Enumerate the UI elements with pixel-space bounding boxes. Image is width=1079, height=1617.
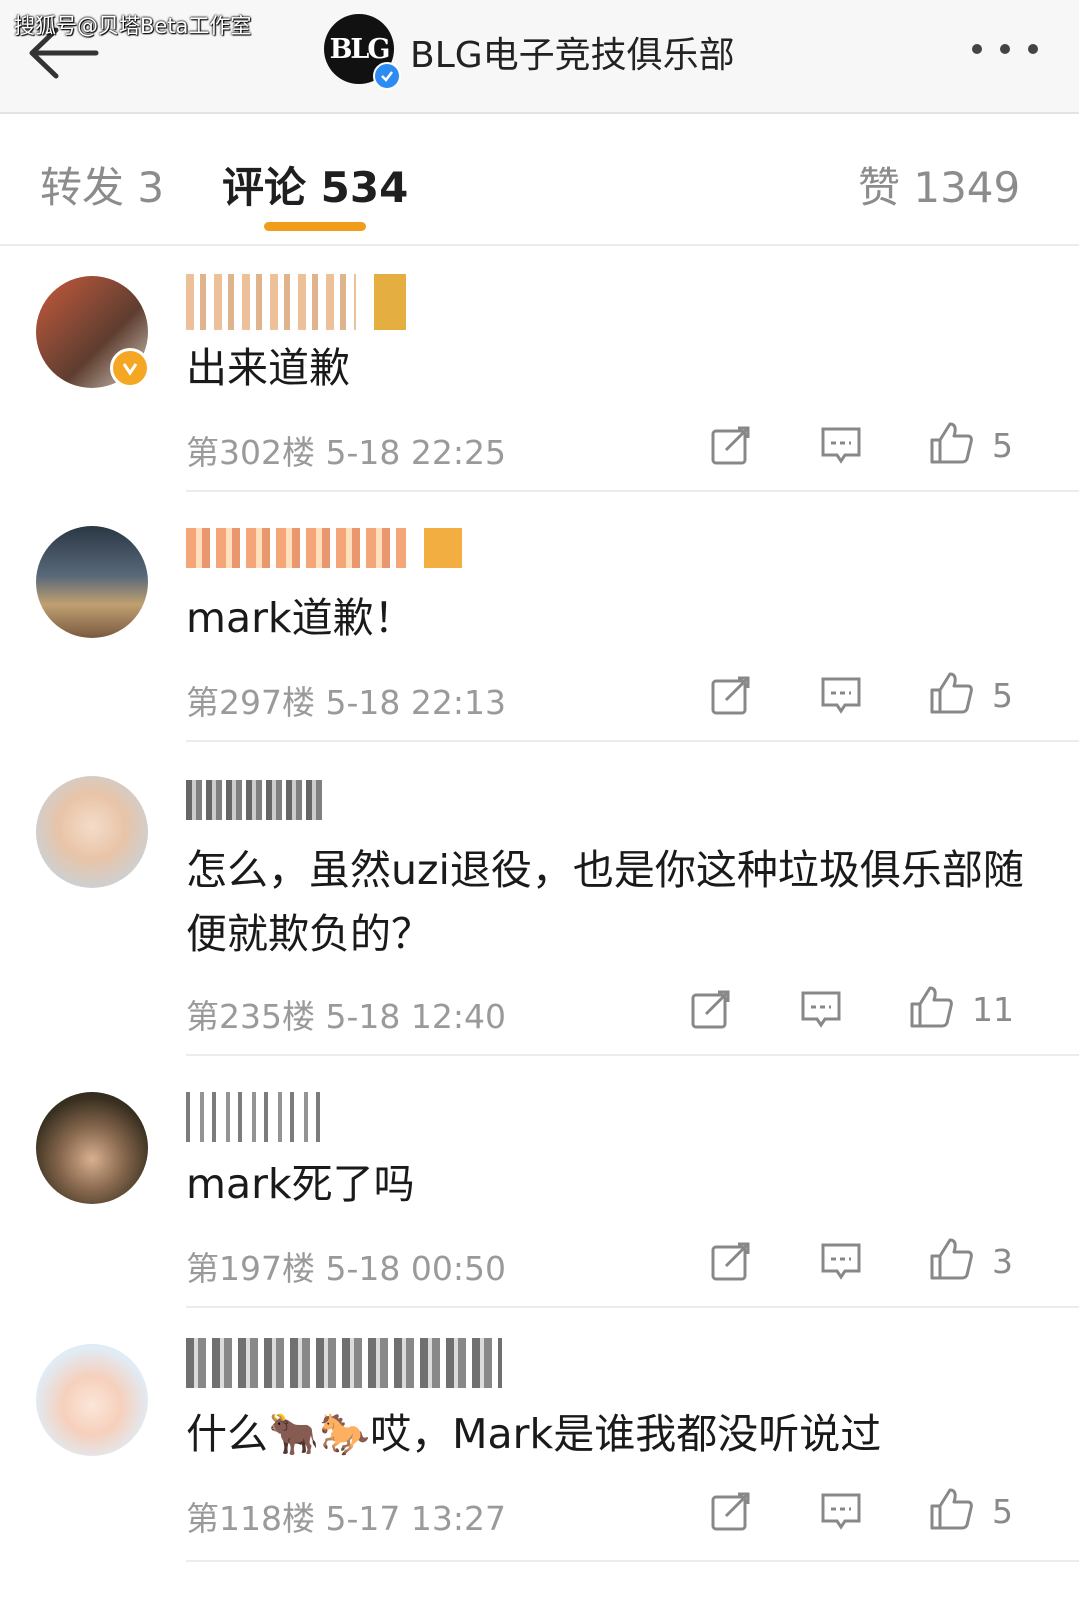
more-icon [1000,44,1010,54]
account-name[interactable]: BLG电子竞技俱乐部 [410,26,735,78]
comment-meta: 第235楼 5-18 12:40 [186,997,506,1036]
tab-reposts[interactable]: 转发 3 [40,154,164,215]
reply-icon[interactable] [820,1240,862,1282]
comment-text: mark死了吗 [186,1160,415,1208]
avatar[interactable] [36,1344,148,1456]
verified-icon [373,62,401,90]
like-icon[interactable] [928,1236,974,1282]
comment-text: 什么🐂🐎哎，Mark是谁我都没听说过 [186,1410,882,1458]
divider [186,490,1079,492]
user-name[interactable] [186,528,462,568]
repost-icon[interactable] [710,424,752,466]
repost-icon[interactable] [710,674,752,716]
comment-text: 怎么，虽然uzi退役，也是你这种垃圾俱乐部随便就欺负的？ [186,846,1024,958]
like-icon[interactable] [928,670,974,716]
user-name[interactable] [186,780,326,820]
repost-icon[interactable] [710,1240,752,1282]
active-tab-indicator [264,222,366,231]
comment-item: mark道歉！ 第297楼 5-18 22:13 5 [0,506,1079,754]
divider [186,1560,1079,1562]
like-icon[interactable] [928,1486,974,1532]
tab-likes[interactable]: 赞 1349 [858,154,1020,215]
more-icon [972,44,982,54]
comment-meta: 第302楼 5-18 22:25 [186,433,506,472]
comment-meta: 第197楼 5-18 00:50 [186,1249,506,1288]
reply-icon[interactable] [820,1490,862,1532]
divider [186,1306,1079,1308]
repost-icon[interactable] [710,1490,752,1532]
reply-icon[interactable] [820,674,862,716]
watermark: 搜狐号@贝塔Beta工作室 [14,14,252,38]
avatar[interactable] [36,776,148,888]
tab-comments[interactable]: 评论 534 [222,154,408,215]
divider [186,740,1079,742]
avatar[interactable] [36,526,148,638]
like-count: 3 [992,1242,1013,1281]
tab-bar: 转发 3 评论 534 赞 1349 [0,114,1079,246]
like-count: 5 [992,676,1013,715]
like-icon[interactable] [928,420,974,466]
user-name[interactable] [186,1338,502,1388]
verified-icon [110,348,150,388]
comment-meta: 第297楼 5-18 22:13 [186,683,506,722]
more-icon [1028,44,1038,54]
comment-item: mark死了吗 第197楼 5-18 00:50 3 [0,1070,1079,1320]
divider [186,1054,1079,1056]
user-name[interactable] [186,1092,326,1142]
like-icon[interactable] [908,984,954,1030]
comment-text: 出来道歉 [186,344,350,392]
comment-item: 怎么，虽然uzi退役，也是你这种垃圾俱乐部随便就欺负的？ 第235楼 5-18 … [0,756,1079,1068]
repost-icon[interactable] [690,988,732,1030]
user-name[interactable] [186,274,406,330]
reply-icon[interactable] [820,424,862,466]
like-count: 11 [972,990,1014,1029]
comment-item: 什么🐂🐎哎，Mark是谁我都没听说过 第118楼 5-17 13:27 5 [0,1322,1079,1617]
avatar[interactable] [36,1092,148,1204]
like-count: 5 [992,426,1013,465]
like-count: 5 [992,1492,1013,1531]
comment-item: 出来道歉 第302楼 5-18 22:25 5 [0,256,1079,504]
more-button[interactable] [972,32,1052,66]
reply-icon[interactable] [800,988,842,1030]
comment-meta: 第118楼 5-17 13:27 [186,1499,506,1538]
comment-text: mark道歉！ [186,594,415,642]
